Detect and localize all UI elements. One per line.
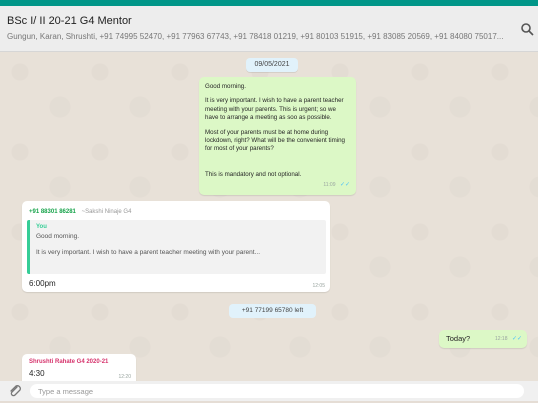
paperclip-icon[interactable]	[8, 384, 22, 398]
message-greeting: Good morning.	[205, 83, 246, 90]
quoted-message[interactable]: You Good morning. It is very important. …	[27, 220, 326, 274]
chat-header[interactable]: BSc I/ II 20-21 G4 Mentor Gungun, Karan,…	[0, 6, 538, 52]
outgoing-message-short[interactable]: Today? 12:18 ✓✓	[439, 330, 527, 348]
message-list[interactable]: 09/05/2021 Good morning. It is very impo…	[0, 52, 538, 381]
double-check-icon: ✓✓	[511, 336, 522, 342]
message-time: 12:05	[312, 283, 325, 289]
composer-bar	[0, 381, 538, 401]
quoted-line-2: It is very important. I wish to have a p…	[36, 249, 260, 256]
date-chip: 09/05/2021	[246, 58, 298, 72]
message-time: 11:09	[323, 182, 336, 188]
sender-info: +91 88301 86281 ~Sakshi Ninaje G4	[29, 209, 131, 215]
sender-name: ~Sakshi Ninaje G4	[81, 209, 132, 215]
sender-number[interactable]: +91 88301 86281	[29, 209, 76, 215]
group-members: Gungun, Karan, Shrushti, +91 74995 52470…	[7, 32, 504, 41]
quoted-line-1: Good morning.	[36, 233, 79, 240]
incoming-reply-message[interactable]: +91 88301 86281 ~Sakshi Ninaje G4 You Go…	[22, 201, 330, 292]
search-icon[interactable]	[520, 22, 534, 36]
message-time: 12:18	[494, 336, 508, 342]
message-input[interactable]	[30, 384, 524, 398]
group-title: BSc I/ II 20-21 G4 Mentor	[7, 15, 132, 27]
outgoing-message-notice[interactable]: Good morning. It is very important. I wi…	[199, 77, 356, 195]
system-message: +91 77199 65780 left	[229, 304, 316, 318]
message-body: 6:00pm	[29, 279, 56, 288]
message-time: 12:20	[118, 374, 131, 380]
sender-name[interactable]: Shrushti Rahate G4 2020-21	[29, 359, 108, 365]
quoted-author: You	[36, 224, 47, 230]
message-paragraph-1: It is very important. I wish to have a p…	[205, 97, 344, 122]
message-body: Today?	[446, 334, 471, 343]
double-check-icon: ✓✓	[339, 182, 350, 188]
incoming-message-last[interactable]: Shrushti Rahate G4 2020-21 4:30 12:20	[22, 354, 136, 381]
message-body: 4:30	[29, 369, 45, 378]
message-paragraph-2: Most of your parents must be at home dur…	[205, 128, 345, 153]
